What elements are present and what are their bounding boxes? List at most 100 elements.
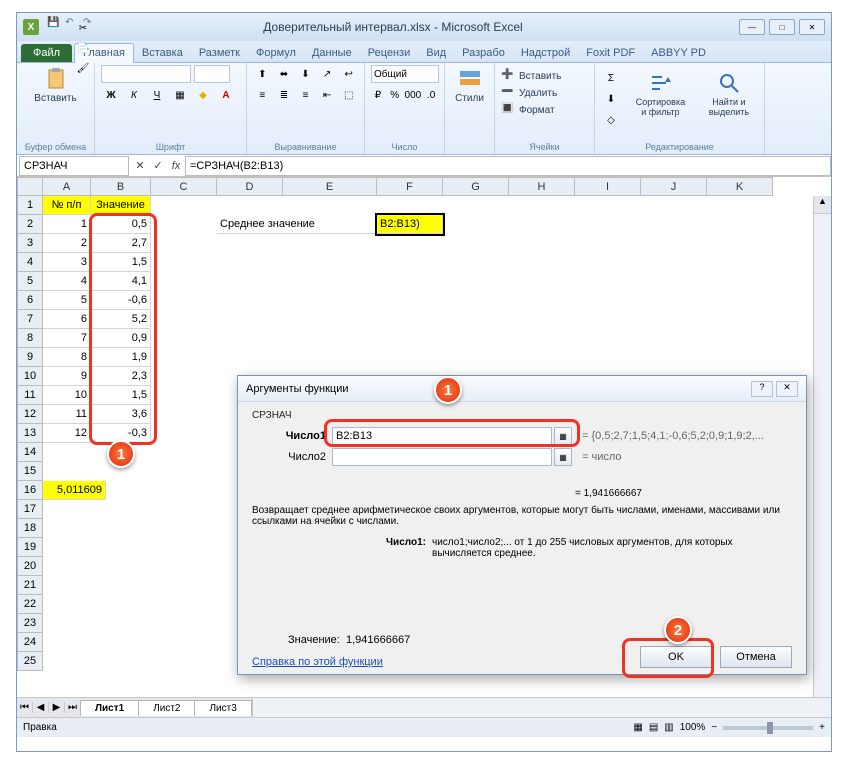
horizontal-scrollbar[interactable] [252, 698, 831, 717]
view-layout-icon[interactable]: ▤ [649, 722, 658, 733]
styles-button[interactable]: Стили [451, 65, 488, 106]
delete-cells-button[interactable]: ➖Удалить [501, 86, 588, 100]
cell-a1[interactable]: № п/п [43, 196, 91, 215]
col-header[interactable]: J [641, 177, 707, 196]
sheet-nav[interactable]: ⏮◀▶⏭ [17, 702, 81, 713]
italic-button[interactable]: К [124, 86, 144, 104]
arg2-input[interactable] [332, 448, 552, 466]
row-header[interactable]: 8 [17, 329, 43, 348]
cell-a3[interactable]: 2 [43, 234, 91, 253]
cell-a12[interactable]: 11 [43, 405, 91, 424]
arg1-input[interactable] [332, 427, 552, 445]
row-header[interactable]: 18 [17, 519, 43, 538]
col-header[interactable]: A [43, 177, 91, 196]
zoom-value[interactable]: 100% [680, 722, 706, 733]
enter-formula-button[interactable]: ✓ [149, 159, 167, 172]
cell-b6[interactable]: -0,6 [91, 291, 151, 310]
cell-a6[interactable]: 5 [43, 291, 91, 310]
row-header[interactable]: 3 [17, 234, 43, 253]
arg2-range-picker-button[interactable]: ▦ [554, 448, 572, 466]
col-header[interactable]: C [151, 177, 217, 196]
row-header[interactable]: 4 [17, 253, 43, 272]
cancel-formula-button[interactable]: ✕ [131, 159, 149, 172]
sheet-tab-3[interactable]: Лист3 [194, 700, 251, 716]
align-bottom-button[interactable]: ⬇ [296, 65, 315, 83]
cell-a16[interactable]: 5,011609 [43, 481, 106, 500]
zoom-out-button[interactable]: − [711, 722, 717, 733]
dialog-titlebar[interactable]: Аргументы функции ? ✕ [238, 376, 806, 402]
dialog-help-link[interactable]: Справка по этой функции [252, 656, 383, 668]
row-header[interactable]: 9 [17, 348, 43, 367]
border-button[interactable]: ▦ [170, 86, 190, 104]
numberformat-combo[interactable]: Общий [371, 65, 439, 83]
clear-button[interactable]: ◇ [601, 111, 621, 129]
col-header[interactable]: H [509, 177, 575, 196]
maximize-button[interactable]: □ [769, 19, 795, 35]
dec-inc-button[interactable]: .0 [424, 86, 438, 104]
zoom-slider[interactable] [723, 726, 813, 730]
cell-b8[interactable]: 0,9 [91, 329, 151, 348]
autosum-button[interactable]: Σ [601, 69, 621, 87]
orientation-button[interactable]: ↗ [318, 65, 337, 83]
row-header[interactable]: 17 [17, 500, 43, 519]
tab-foxit[interactable]: Foxit PDF [578, 44, 643, 62]
col-header[interactable]: I [575, 177, 641, 196]
dialog-close-button[interactable]: ✕ [776, 381, 798, 397]
fx-button[interactable]: fx [167, 160, 185, 172]
row-header[interactable]: 1 [17, 196, 43, 215]
percent-button[interactable]: % [388, 86, 402, 104]
col-header[interactable]: E [283, 177, 377, 196]
comma-button[interactable]: 000 [405, 86, 422, 104]
row-header[interactable]: 2 [17, 215, 43, 234]
tab-data[interactable]: Данные [304, 44, 360, 62]
tab-formulas[interactable]: Формул [248, 44, 304, 62]
view-normal-icon[interactable]: ▦ [633, 722, 642, 733]
row-header[interactable]: 21 [17, 576, 43, 595]
close-button[interactable]: ✕ [799, 19, 825, 35]
cut-icon[interactable]: ✂ [73, 19, 93, 37]
tab-file[interactable]: Файл [21, 44, 72, 62]
minimize-button[interactable]: — [739, 19, 765, 35]
fill-color-button[interactable]: ◆ [193, 86, 213, 104]
cell-a2[interactable]: 1 [43, 215, 91, 234]
vertical-scrollbar[interactable]: ▲ [813, 196, 831, 697]
underline-button[interactable]: Ч [147, 86, 167, 104]
font-combo[interactable] [101, 65, 191, 83]
cell-b5[interactable]: 4,1 [91, 272, 151, 291]
cell-b11[interactable]: 1,5 [91, 386, 151, 405]
align-left-button[interactable]: ≡ [253, 86, 272, 104]
row-header[interactable]: 6 [17, 291, 43, 310]
tab-developer[interactable]: Разрабо [454, 44, 513, 62]
tab-layout[interactable]: Разметк [191, 44, 248, 62]
cell-b2[interactable]: 0,5 [91, 215, 151, 234]
row-header[interactable]: 20 [17, 557, 43, 576]
cell-b13[interactable]: -0,3 [91, 424, 151, 443]
tab-addins[interactable]: Надстрой [513, 44, 578, 62]
row-header[interactable]: 25 [17, 652, 43, 671]
col-header[interactable]: K [707, 177, 773, 196]
name-box[interactable]: СРЗНАЧ [19, 156, 129, 176]
col-header[interactable]: F [377, 177, 443, 196]
sort-filter-button[interactable]: Сортировка и фильтр [627, 69, 694, 129]
col-header[interactable]: D [217, 177, 283, 196]
row-header[interactable]: 5 [17, 272, 43, 291]
cell-a10[interactable]: 9 [43, 367, 91, 386]
format-painter-icon[interactable]: 🖌 [73, 59, 93, 77]
cell-a9[interactable]: 8 [43, 348, 91, 367]
select-all-corner[interactable] [17, 177, 43, 196]
col-header[interactable]: G [443, 177, 509, 196]
currency-button[interactable]: ₽ [371, 86, 385, 104]
cell-a11[interactable]: 10 [43, 386, 91, 405]
fontsize-combo[interactable] [194, 65, 230, 83]
row-header[interactable]: 23 [17, 614, 43, 633]
merge-button[interactable]: ⬚ [339, 86, 358, 104]
cell-b1[interactable]: Значение [91, 196, 151, 215]
cell-a5[interactable]: 4 [43, 272, 91, 291]
row-header[interactable]: 10 [17, 367, 43, 386]
view-break-icon[interactable]: ▥ [664, 722, 673, 733]
row-header[interactable]: 12 [17, 405, 43, 424]
cell-a13[interactable]: 12 [43, 424, 91, 443]
dialog-help-button[interactable]: ? [751, 381, 773, 397]
align-right-button[interactable]: ≡ [296, 86, 315, 104]
align-middle-button[interactable]: ⬌ [275, 65, 294, 83]
